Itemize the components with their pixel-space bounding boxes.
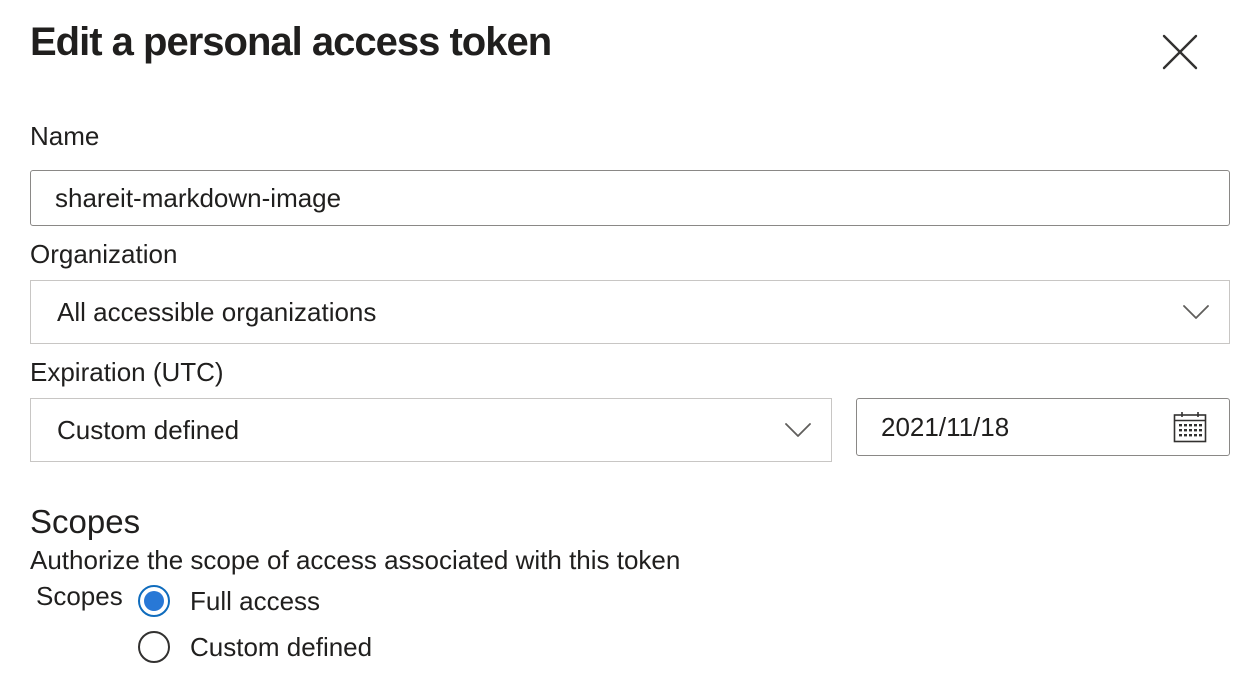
radio-button-unchecked[interactable]	[138, 631, 170, 663]
expiration-dropdown[interactable]: Custom defined	[30, 398, 832, 462]
expiration-selected-value: Custom defined	[57, 414, 240, 445]
organization-label: Organization	[30, 239, 178, 269]
scope-option-full-access[interactable]: Full access	[138, 585, 320, 617]
name-label: Name	[30, 121, 100, 151]
dialog-title: Edit a personal access token	[30, 20, 552, 64]
scope-option-custom-defined[interactable]: Custom defined	[138, 631, 372, 663]
scopes-group-label: Scopes	[36, 581, 123, 611]
expiration-date-value: 2021/11/18	[881, 411, 1010, 442]
close-icon	[1162, 34, 1198, 70]
name-field-container	[30, 170, 1230, 226]
scope-option-label: Full access	[190, 585, 321, 616]
calendar-icon[interactable]	[1173, 411, 1207, 443]
radio-button-checked[interactable]	[138, 585, 170, 617]
scopes-heading: Scopes	[30, 503, 141, 540]
chevron-down-icon	[785, 423, 811, 437]
chevron-down-icon	[1183, 305, 1209, 319]
scope-option-label: Custom defined	[190, 631, 373, 662]
organization-dropdown[interactable]: All accessible organizations	[30, 280, 1230, 344]
scopes-description: Authorize the scope of access associated…	[30, 545, 681, 575]
organization-selected-value: All accessible organizations	[57, 296, 377, 327]
edit-token-dialog: Edit a personal access token Name Organi…	[0, 0, 1260, 692]
name-input[interactable]	[31, 171, 1229, 225]
expiration-label: Expiration (UTC)	[30, 357, 224, 387]
expiration-date-field[interactable]: 2021/11/18	[856, 398, 1230, 456]
close-button[interactable]	[1158, 30, 1202, 74]
